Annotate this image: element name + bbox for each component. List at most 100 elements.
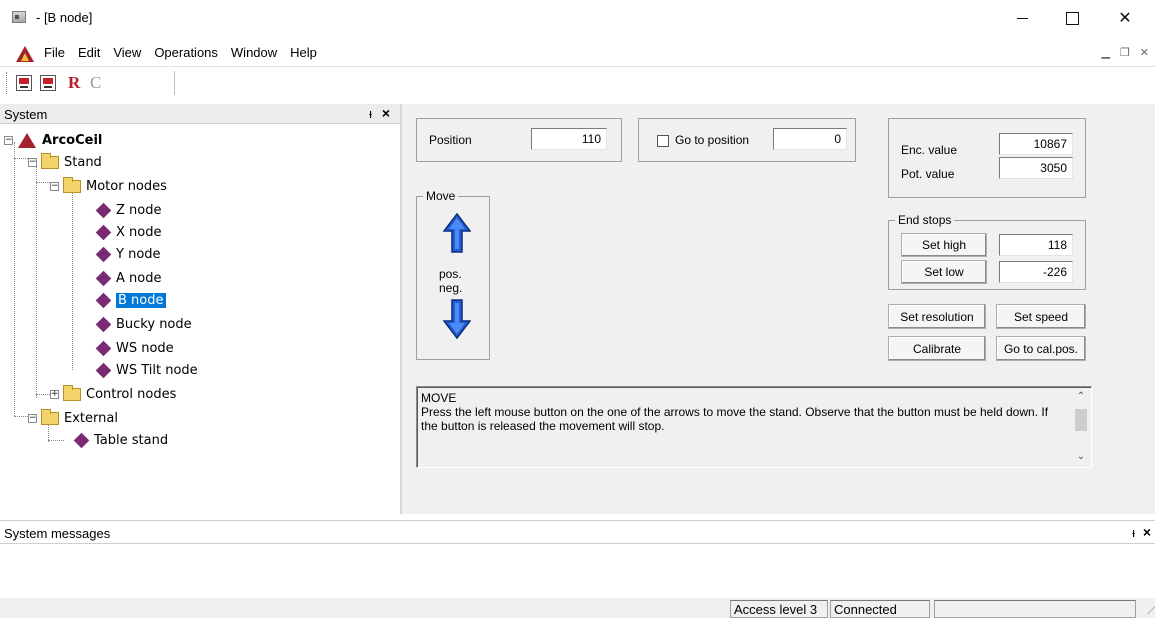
node-icon: [95, 340, 112, 356]
pin-icon[interactable]: ᵼ: [369, 106, 372, 121]
pin-icon[interactable]: ᵼ: [1132, 525, 1135, 540]
system-messages-title: System messages: [4, 526, 111, 541]
tree-item-label: Table stand: [94, 432, 169, 448]
pane-close-icon[interactable]: ×: [1143, 524, 1151, 540]
status-extra: [934, 600, 1136, 618]
mdi-minimize-icon[interactable]: ▁: [1101, 46, 1109, 59]
collapse-icon[interactable]: −: [4, 135, 13, 145]
menu-help[interactable]: Help: [290, 45, 317, 60]
toolbar-separator: [174, 71, 175, 95]
folder-icon: [41, 152, 59, 169]
menu-file[interactable]: File: [44, 45, 65, 60]
close-button[interactable]: ✕: [1103, 0, 1147, 36]
node-icon: [95, 292, 112, 308]
tree-item-label: WS node: [116, 340, 174, 356]
toolbar: R C: [0, 66, 1155, 98]
set-resolution-button[interactable]: Set resolution: [888, 304, 986, 329]
move-negative-arrow-icon[interactable]: [443, 299, 471, 339]
pot-value-label: Pot. value: [901, 167, 955, 181]
system-messages-header: System messages ᵼ ×: [0, 520, 1155, 544]
minimize-button[interactable]: [1000, 0, 1044, 36]
high-value: 118: [999, 234, 1073, 256]
toolbar-grip[interactable]: [6, 72, 9, 94]
tree-item-label: ArcoCeil: [42, 132, 103, 148]
tree-item-label: Motor nodes: [86, 178, 167, 194]
expand-icon[interactable]: +: [50, 389, 59, 399]
toolbar-c-button[interactable]: C: [90, 73, 101, 93]
goto-position-input[interactable]: 0: [773, 128, 847, 150]
status-bar: Access level 3 Connected: [0, 598, 1155, 618]
window-title: - [B node]: [36, 10, 93, 25]
set-low-button[interactable]: Set low: [901, 260, 987, 284]
goto-position-group: Go to position 0: [638, 118, 856, 162]
goto-cal-pos-button[interactable]: Go to cal.pos.: [996, 336, 1086, 361]
tree-item-arcoceil[interactable]: − ArcoCeil: [4, 130, 102, 150]
neg-label: neg.: [439, 281, 463, 295]
folder-icon: [63, 176, 81, 193]
tree-item-table-stand[interactable]: Table stand: [73, 430, 169, 450]
status-access-level: Access level 3: [730, 600, 828, 618]
tree-item-ws-node[interactable]: WS node: [95, 338, 174, 358]
resize-grip-icon[interactable]: [1138, 604, 1155, 614]
collapse-icon[interactable]: −: [28, 413, 37, 423]
move-group: Move pos. neg.: [416, 189, 490, 360]
scroll-up-icon[interactable]: ⌃: [1075, 391, 1087, 403]
tree-item-a-node[interactable]: A node: [95, 268, 161, 288]
values-group: Enc. value 10867 Pot. value 3050: [888, 118, 1086, 198]
position-value: 110: [531, 128, 607, 150]
node-icon: [95, 316, 112, 332]
menu-edit[interactable]: Edit: [78, 45, 100, 60]
collapse-icon[interactable]: −: [28, 157, 37, 167]
pane-close-icon[interactable]: ×: [382, 105, 390, 121]
position-group: Position 110: [416, 118, 622, 162]
goto-position-label: Go to position: [675, 133, 750, 147]
folder-icon: [41, 408, 59, 425]
node-icon: [95, 362, 112, 378]
mdi-restore-icon[interactable]: ❐: [1120, 46, 1130, 59]
tree-item-control-nodes[interactable]: + Control nodes: [50, 384, 176, 404]
tree-item-b-node[interactable]: B node: [95, 290, 166, 310]
tree-item-motor-nodes[interactable]: − Motor nodes: [50, 176, 167, 196]
system-messages-pane: System messages ᵼ × Access level 3 Conne…: [0, 520, 1155, 618]
app-icon[interactable]: [12, 11, 26, 23]
end-stops-group: End stops Set high 118 Set low -226: [888, 213, 1086, 290]
tree-item-label: X node: [116, 224, 162, 240]
tree-item-external[interactable]: − External: [28, 408, 118, 428]
set-high-button[interactable]: Set high: [901, 233, 987, 257]
tree-item-stand[interactable]: − Stand: [28, 152, 102, 172]
toolbar-r-button[interactable]: R: [68, 73, 80, 93]
node-icon: [95, 270, 112, 286]
move-positive-arrow-icon[interactable]: [443, 213, 471, 253]
scroll-down-icon[interactable]: ⌄: [1075, 451, 1087, 463]
tree-item-ws-tilt-node[interactable]: WS Tilt node: [95, 360, 198, 380]
system-pane-title: System: [4, 107, 48, 122]
calibrate-button[interactable]: Calibrate: [888, 336, 986, 361]
node-icon: [95, 224, 112, 240]
tree-item-label: Stand: [64, 154, 102, 170]
menu-window[interactable]: Window: [231, 45, 277, 60]
edit-document-icon[interactable]: [16, 75, 32, 91]
pos-label: pos.: [439, 267, 462, 281]
help-message-box[interactable]: MOVE Press the left mouse button on the …: [416, 386, 1092, 468]
tree-item-bucky-node[interactable]: Bucky node: [95, 314, 192, 334]
collapse-icon[interactable]: −: [50, 181, 59, 191]
menu-operations[interactable]: Operations: [154, 45, 218, 60]
menu-view[interactable]: View: [113, 45, 141, 60]
help-message: MOVE Press the left mouse button on the …: [421, 391, 1061, 433]
edit-document-alt-icon[interactable]: [40, 75, 56, 91]
tree-item-z-node[interactable]: Z node: [95, 200, 162, 220]
mdi-close-icon[interactable]: ✕: [1140, 46, 1149, 59]
message-scrollbar[interactable]: ⌃ ⌄: [1073, 389, 1089, 465]
enc-value-label: Enc. value: [901, 143, 958, 157]
menu-bar: File Edit View Operations Window Help ▁ …: [0, 40, 1155, 66]
scroll-thumb[interactable]: [1075, 409, 1087, 431]
maximize-button[interactable]: [1050, 0, 1094, 36]
app-logo-icon[interactable]: [16, 46, 34, 62]
goto-position-checkbox[interactable]: [657, 135, 669, 147]
low-value: -226: [999, 261, 1073, 283]
tree-item-y-node[interactable]: Y node: [95, 244, 161, 264]
set-speed-button[interactable]: Set speed: [996, 304, 1086, 329]
tree-item-label: Z node: [116, 202, 162, 218]
move-legend: Move: [423, 189, 459, 203]
tree-item-x-node[interactable]: X node: [95, 222, 162, 242]
